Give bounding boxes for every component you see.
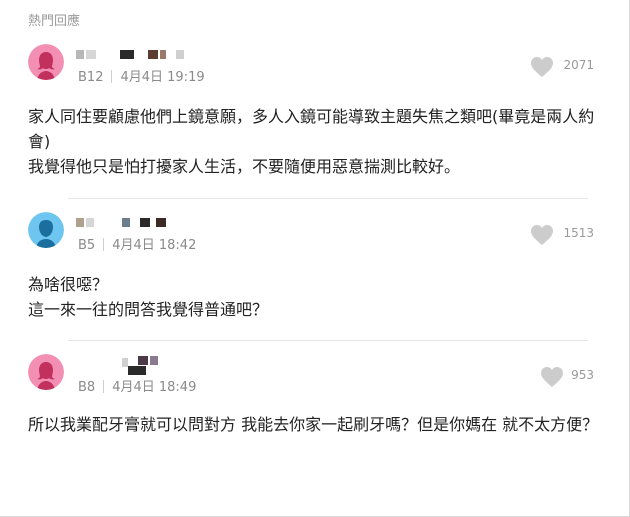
reply-content: 所以我業配牙膏就可以問對方 我能去你家一起刷牙嗎？但是你媽在 就不太方便？ <box>28 412 600 437</box>
like-count: 2071 <box>563 58 594 72</box>
heart-icon[interactable] <box>530 56 554 78</box>
reply-line: 家人同住要顧慮他們上鏡意願，多人入鏡可能導致主題失焦之類吧(畢竟是兩人約會) <box>28 107 595 151</box>
meta-separator <box>103 238 105 251</box>
heart-icon[interactable] <box>540 366 564 388</box>
floor-label[interactable]: B8 <box>78 380 95 395</box>
meta-separator <box>103 380 105 393</box>
like-button[interactable]: 953 <box>482 366 602 388</box>
reply-card: B8 4月4日 18:49 953 所以我業配牙膏就可以問對方 我能去你家一起刷牙… <box>28 354 602 484</box>
floor-label[interactable]: B12 <box>78 70 103 85</box>
reply-card: B12 4月4日 19:19 2071 家人同住要顧慮他們上鏡意願，多人入鏡可能導… <box>28 44 602 194</box>
reply-line: 為啥很噁？ <box>28 275 109 294</box>
reply-divider <box>68 198 588 199</box>
reply-content: 為啥很噁？ 這一來一往的問答我覺得普通吧？ <box>28 272 600 322</box>
timestamp: 4月4日 18:42 <box>112 238 197 253</box>
reply-meta: B12 4月4日 19:19 <box>78 66 205 85</box>
reply-content: 家人同住要顧慮他們上鏡意願，多人入鏡可能導致主題失焦之類吧(畢竟是兩人約會) 我… <box>28 104 600 179</box>
like-count: 1513 <box>563 226 594 240</box>
like-button[interactable]: 2071 <box>482 56 602 78</box>
meta-separator <box>111 70 113 83</box>
heart-icon[interactable] <box>530 224 554 246</box>
like-button[interactable]: 1513 <box>482 224 602 246</box>
female-avatar-icon[interactable] <box>28 354 64 390</box>
reply-meta: B5 4月4日 18:42 <box>78 234 196 253</box>
timestamp: 4月4日 19:19 <box>120 70 205 85</box>
reply-line: 所以我業配牙膏就可以問對方 我能去你家一起刷牙嗎？但是你媽在 就不太方便？ <box>28 415 599 434</box>
male-avatar-icon[interactable] <box>28 212 64 248</box>
reply-divider <box>68 340 588 341</box>
timestamp: 4月4日 18:49 <box>112 380 197 395</box>
female-avatar-icon[interactable] <box>28 44 64 80</box>
like-count: 953 <box>571 368 594 382</box>
reply-meta: B8 4月4日 18:49 <box>78 376 196 395</box>
reply-line: 我覺得他只是怕打擾家人生活，不要隨便用惡意揣測比較好。 <box>28 157 461 176</box>
section-title: 熱門回應 <box>28 14 81 29</box>
reply-card: B5 4月4日 18:42 1513 為啥很噁？ 這一來一往的問答我覺得普通吧？ <box>28 212 602 332</box>
reply-line: 這一來一往的問答我覺得普通吧？ <box>28 300 269 319</box>
floor-label[interactable]: B5 <box>78 238 95 253</box>
